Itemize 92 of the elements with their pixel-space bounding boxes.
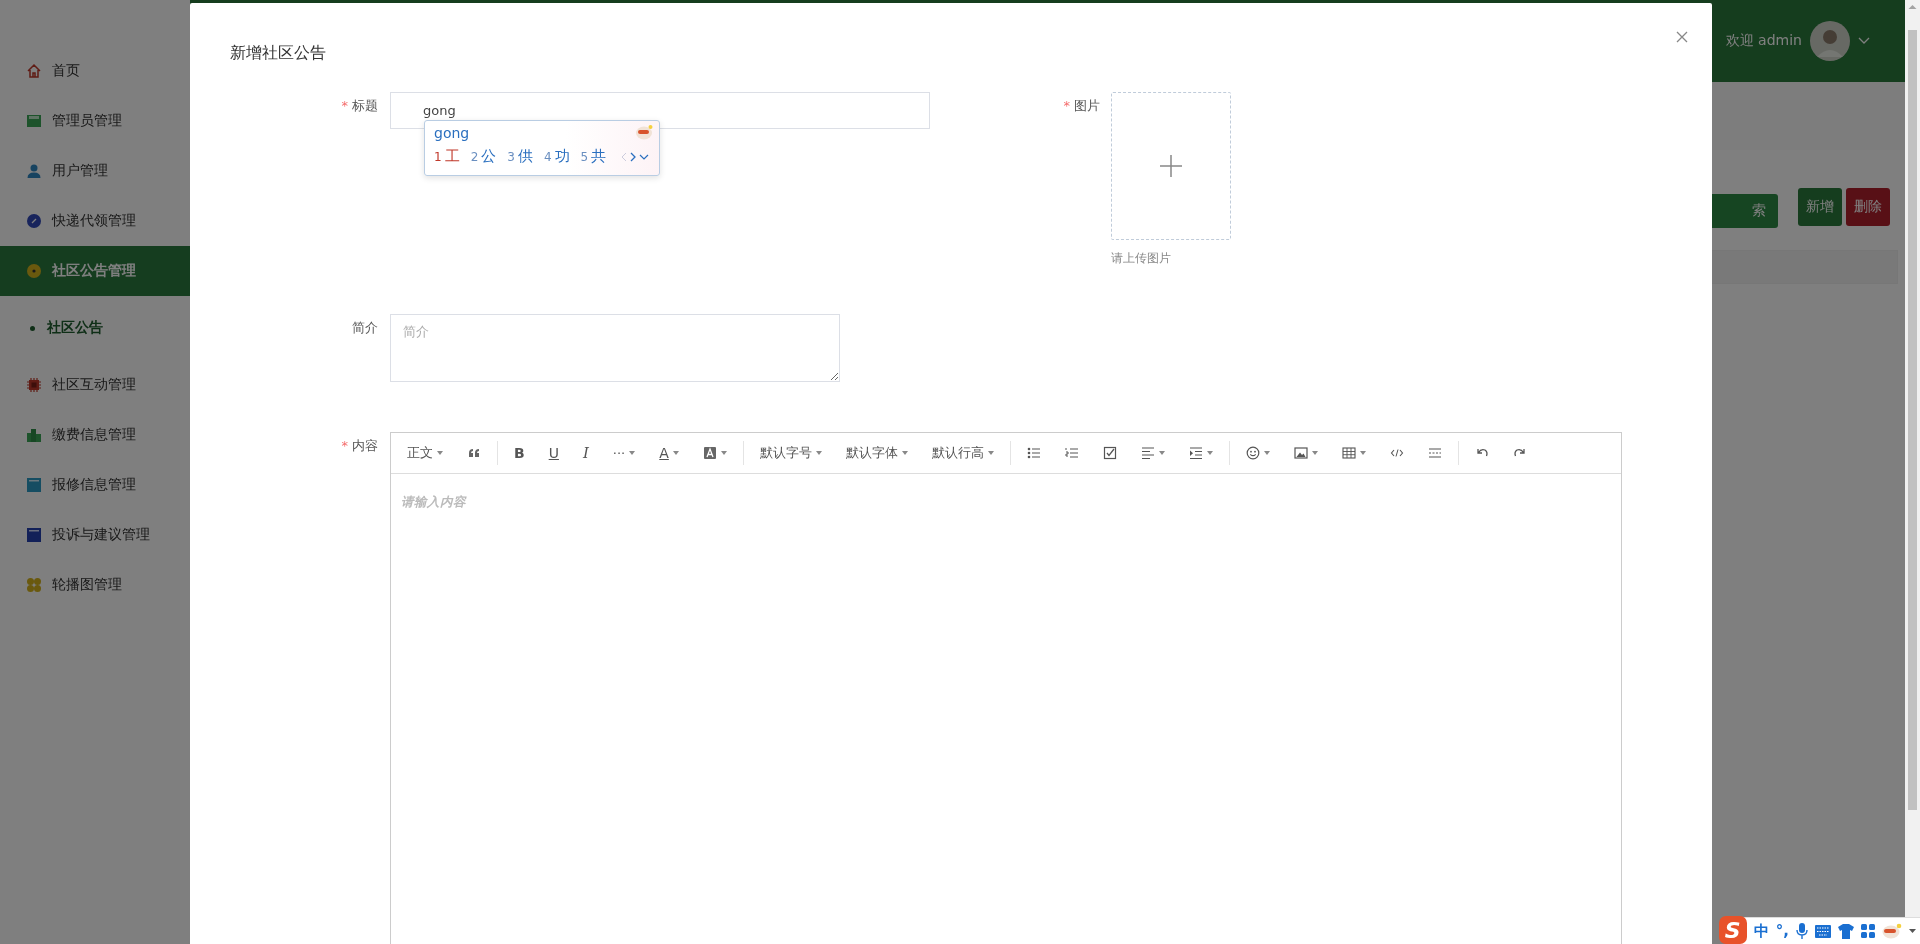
numbered-list-icon	[1064, 446, 1079, 460]
delete-button[interactable]: 删除	[1846, 188, 1890, 226]
sidebar-item[interactable]: 投诉与建议管理	[0, 510, 190, 560]
ime-candidate[interactable]: 3 供	[507, 147, 533, 166]
field-label: 内容	[352, 438, 378, 453]
panel-icon	[26, 527, 42, 543]
toolbar-button[interactable]: B	[502, 441, 537, 465]
ime-logo[interactable]: S	[1718, 916, 1747, 944]
required-mark: *	[1063, 98, 1070, 113]
plus-icon	[1160, 155, 1182, 177]
divider-icon	[1427, 446, 1442, 460]
toolbar-button[interactable]: I	[570, 441, 601, 465]
field-label: 简介	[352, 320, 378, 335]
compass-icon	[26, 213, 42, 229]
storefront-icon	[26, 113, 42, 129]
dialog-title: 新增社区公告	[230, 43, 326, 62]
sidebar-item[interactable]: 缴费信息管理	[0, 410, 190, 460]
scrollbar-thumb[interactable]	[1908, 30, 1917, 810]
required-mark: *	[341, 438, 348, 453]
user-icon	[26, 163, 42, 179]
code-icon	[1389, 446, 1404, 460]
letter-box-icon	[702, 446, 717, 460]
punctuation-mode[interactable]: °,	[1775, 922, 1789, 940]
toolbar-button[interactable]: U	[536, 441, 571, 465]
shirt-icon	[1838, 923, 1854, 939]
sidebar-item[interactable]: 首页	[0, 46, 190, 96]
field-label: 图片	[1074, 98, 1100, 113]
checkbox-icon	[1102, 446, 1117, 460]
ime-candidate[interactable]: 1 工	[434, 147, 460, 166]
sidebar-item[interactable]: 社区公告管理	[0, 246, 190, 296]
welcome-text: 欢迎 admin	[1725, 32, 1802, 50]
dropdown-caret-icon	[1359, 451, 1366, 455]
table-icon	[1341, 446, 1356, 460]
dropdown-caret-icon	[987, 451, 994, 455]
smiley-icon	[1245, 446, 1260, 460]
coin-icon	[26, 263, 42, 279]
sidebar-item[interactable]: 报修信息管理	[0, 460, 190, 510]
dropdown-caret-icon	[1158, 451, 1165, 455]
close-icon	[1676, 31, 1688, 43]
sidebar-item[interactable]: 快递代领管理	[0, 196, 190, 246]
microphone-icon	[1796, 923, 1808, 939]
sidebar-item[interactable]: 管理员管理	[0, 96, 190, 146]
add-button[interactable]: 新增	[1798, 188, 1842, 226]
ime-candidate[interactable]: 5 共	[580, 147, 607, 166]
avatar-icon	[1810, 21, 1850, 61]
intro-textarea[interactable]: 简介	[390, 314, 840, 382]
chip-icon	[26, 377, 42, 393]
clover-icon	[26, 577, 42, 593]
dropdown-caret-icon	[672, 451, 679, 455]
chevron-down-icon	[639, 153, 649, 160]
mascot-icon	[1882, 923, 1902, 939]
building-icon	[26, 427, 42, 443]
dropdown-caret-icon	[1311, 451, 1318, 455]
dropdown-caret-icon	[1263, 451, 1270, 455]
toolbar-button[interactable]: 正文	[395, 441, 455, 465]
ime-candidate[interactable]: 4 功	[543, 147, 570, 166]
home-icon	[26, 63, 42, 79]
upload-hint: 请上传图片	[1111, 250, 1172, 267]
dropdown-caret-icon	[437, 451, 443, 455]
required-mark: *	[341, 98, 348, 113]
caret-icon	[1909, 929, 1916, 933]
sidebar-item[interactable]: 轮播图管理	[0, 560, 190, 610]
ime-candidate[interactable]: 2 公	[470, 147, 497, 166]
align-icon	[1140, 446, 1155, 460]
caret-icon	[1858, 37, 1870, 45]
toolbar-button[interactable]: ···	[600, 441, 648, 465]
image-icon	[1293, 446, 1308, 460]
ime-composition: gong	[434, 124, 470, 143]
input-mode[interactable]: 中	[1753, 921, 1769, 941]
quote-icon	[467, 446, 481, 460]
dropdown-caret-icon	[720, 451, 727, 455]
toolbar-button[interactable]: A	[647, 441, 691, 465]
grid-icon	[1861, 924, 1875, 938]
dropdown-caret-icon	[1206, 451, 1213, 455]
field-label: 标题	[352, 98, 378, 113]
indent-icon	[1188, 446, 1203, 460]
keyboard-icon	[1815, 924, 1831, 938]
toolbar-button[interactable]: 默认行高	[919, 441, 1006, 465]
toolbar-button[interactable]: 默认字体	[833, 441, 920, 465]
dropdown-caret-icon	[815, 451, 822, 455]
bullet-list-icon	[1026, 446, 1041, 460]
chevron-left-icon	[621, 151, 627, 162]
sidebar-subitem[interactable]: 社区公告	[0, 296, 190, 360]
sidebar-item[interactable]: 社区互动管理	[0, 360, 190, 410]
mascot-icon	[635, 124, 653, 140]
dropdown-caret-icon	[629, 451, 636, 455]
dropdown-caret-icon	[901, 451, 908, 455]
toolbar-button[interactable]: 默认字号	[747, 441, 834, 465]
panel-icon	[26, 477, 42, 493]
input-text: gong	[423, 103, 456, 118]
chevron-right-icon	[630, 151, 636, 162]
sidebar-item[interactable]: 用户管理	[0, 146, 190, 196]
